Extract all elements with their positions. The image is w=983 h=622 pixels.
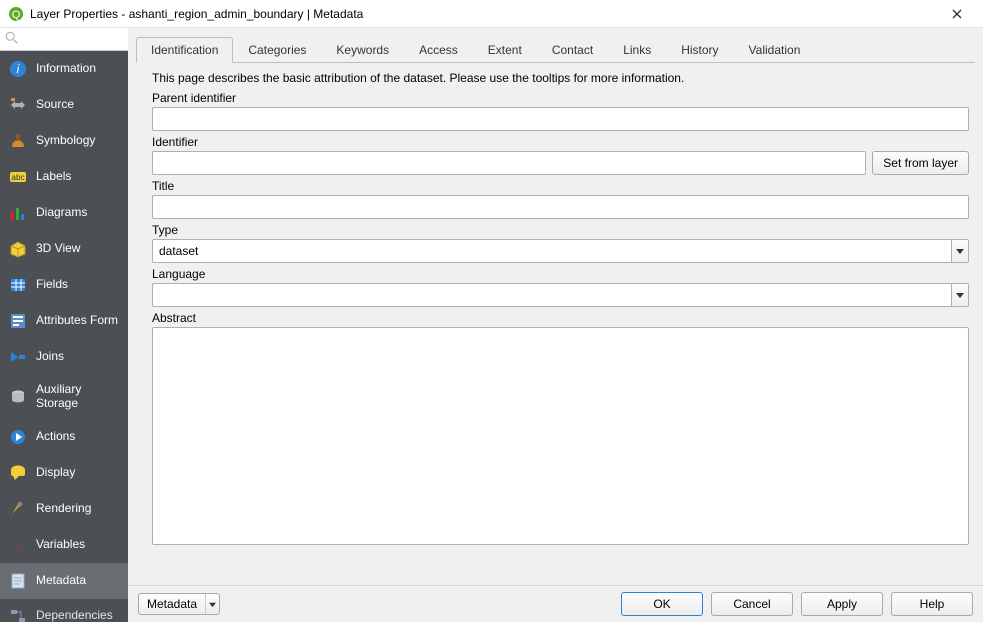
sidebar-item-label: Auxiliary Storage	[36, 383, 120, 411]
page-description: This page describes the basic attributio…	[152, 71, 969, 85]
label-identifier: Identifier	[152, 135, 969, 149]
language-combo-dropdown[interactable]	[951, 283, 969, 307]
label-title: Title	[152, 179, 969, 193]
sidebar-item-metadata[interactable]: Metadata	[0, 563, 128, 599]
sidebar-item-label: 3D View	[36, 242, 80, 256]
sidebar-item-source[interactable]: Source	[0, 87, 128, 123]
sidebar-item-attributes-form[interactable]: Attributes Form	[0, 303, 128, 339]
svg-text:ε: ε	[15, 537, 21, 552]
search-icon	[5, 31, 19, 45]
close-button[interactable]	[939, 0, 975, 28]
sidebar-item-label: Rendering	[36, 502, 91, 516]
sidebar-item-symbology[interactable]: Symbology	[0, 123, 128, 159]
sidebar-item-labels[interactable]: abc Labels	[0, 159, 128, 195]
abstract-textarea[interactable]	[152, 327, 969, 545]
symbology-icon	[8, 131, 28, 151]
cancel-button[interactable]: Cancel	[711, 592, 793, 616]
metadata-icon	[8, 571, 28, 591]
sidebar-search	[0, 28, 128, 51]
sidebar-item-label: Source	[36, 98, 74, 112]
sidebar-item-label: Attributes Form	[36, 314, 118, 328]
source-icon	[8, 95, 28, 115]
labels-icon: abc	[8, 167, 28, 187]
sidebar-item-label: Actions	[36, 430, 75, 444]
label-language: Language	[152, 267, 969, 281]
sidebar-item-label: Fields	[36, 278, 68, 292]
svg-text:i: i	[17, 62, 20, 76]
metadata-menu-label: Metadata	[139, 597, 205, 611]
label-parent-identifier: Parent identifier	[152, 91, 969, 105]
metadata-menu-button[interactable]: Metadata	[138, 593, 220, 615]
type-combo-value[interactable]	[152, 239, 951, 263]
type-combo-dropdown[interactable]	[951, 239, 969, 263]
ok-button[interactable]: OK	[621, 592, 703, 616]
set-from-layer-button[interactable]: Set from layer	[872, 151, 969, 175]
sidebar-item-diagrams[interactable]: Diagrams	[0, 195, 128, 231]
sidebar-item-3d-view[interactable]: 3D View	[0, 231, 128, 267]
tab-contact[interactable]: Contact	[537, 37, 608, 63]
actions-icon	[8, 427, 28, 447]
sidebar-item-label: Labels	[36, 170, 71, 184]
chevron-down-icon	[205, 594, 219, 614]
tab-extent[interactable]: Extent	[473, 37, 537, 63]
rendering-icon	[8, 499, 28, 519]
3dview-icon	[8, 239, 28, 259]
tab-history[interactable]: History	[666, 37, 733, 63]
info-icon: i	[8, 59, 28, 79]
sidebar-item-label: Metadata	[36, 574, 86, 588]
app-icon: Q	[8, 6, 24, 22]
sidebar-item-label: Dependencies	[36, 609, 113, 622]
attrform-icon	[8, 311, 28, 331]
aux-icon	[8, 387, 28, 407]
diagrams-icon	[8, 203, 28, 223]
dependencies-icon	[8, 606, 28, 622]
language-combo-value[interactable]	[152, 283, 951, 307]
sidebar-item-auxiliary-storage[interactable]: Auxiliary Storage	[0, 375, 128, 419]
main-panel: IdentificationCategoriesKeywordsAccessEx…	[128, 28, 983, 622]
sidebar-item-fields[interactable]: Fields	[0, 267, 128, 303]
sidebar-item-label: Symbology	[36, 134, 95, 148]
sidebar-item-variables[interactable]: ε Variables	[0, 527, 128, 563]
joins-icon	[8, 347, 28, 367]
tab-keywords[interactable]: Keywords	[321, 37, 404, 63]
sidebar-item-label: Joins	[36, 350, 64, 364]
label-type: Type	[152, 223, 969, 237]
tab-content-identification: This page describes the basic attributio…	[128, 63, 983, 585]
tab-validation[interactable]: Validation	[734, 37, 816, 63]
apply-button[interactable]: Apply	[801, 592, 883, 616]
tab-identification[interactable]: Identification	[136, 37, 233, 63]
sidebar-item-label: Variables	[36, 538, 85, 552]
sidebar-item-rendering[interactable]: Rendering	[0, 491, 128, 527]
display-icon	[8, 463, 28, 483]
fields-icon	[8, 275, 28, 295]
tab-access[interactable]: Access	[404, 37, 473, 63]
variables-icon: ε	[8, 535, 28, 555]
titlebar: Q Layer Properties - ashanti_region_admi…	[0, 0, 983, 28]
parent-identifier-input[interactable]	[152, 107, 969, 131]
sidebar-item-label: Information	[36, 62, 96, 76]
window-title: Layer Properties - ashanti_region_admin_…	[30, 7, 363, 21]
sidebar-item-label: Diagrams	[36, 206, 87, 220]
sidebar-item-display[interactable]: Display	[0, 455, 128, 491]
language-combo[interactable]	[152, 283, 969, 307]
sidebar-item-joins[interactable]: Joins	[0, 339, 128, 375]
label-abstract: Abstract	[152, 311, 969, 325]
identifier-input[interactable]	[152, 151, 866, 175]
svg-text:abc: abc	[12, 173, 25, 182]
sidebar: i Information Source Symbology abc Labels Diag…	[0, 28, 128, 622]
tab-links[interactable]: Links	[608, 37, 666, 63]
title-input[interactable]	[152, 195, 969, 219]
search-input[interactable]	[0, 28, 128, 50]
sidebar-item-dependencies[interactable]: Dependencies	[0, 599, 128, 622]
sidebar-item-actions[interactable]: Actions	[0, 419, 128, 455]
help-button[interactable]: Help	[891, 592, 973, 616]
sidebar-item-label: Display	[36, 466, 75, 480]
sidebar-item-information[interactable]: i Information	[0, 51, 128, 87]
metadata-tabs: IdentificationCategoriesKeywordsAccessEx…	[136, 36, 975, 63]
type-combo[interactable]	[152, 239, 969, 263]
svg-text:Q: Q	[12, 9, 21, 21]
dialog-footer: Metadata OK Cancel Apply Help	[128, 585, 983, 622]
tab-categories[interactable]: Categories	[233, 37, 321, 63]
